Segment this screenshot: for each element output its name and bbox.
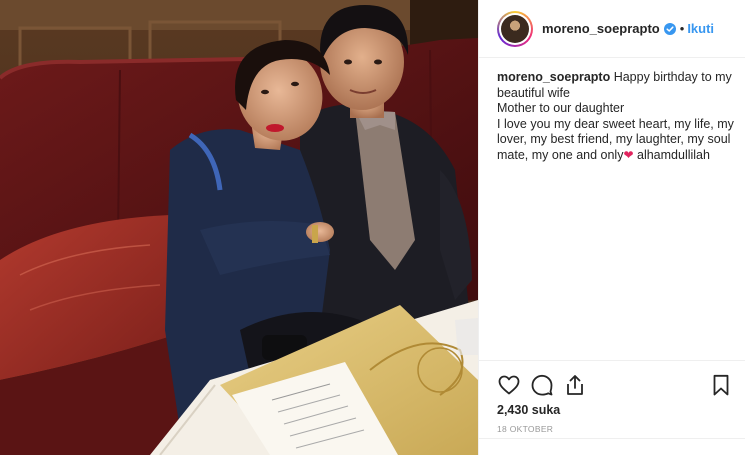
post-side-panel: moreno_soeprapto • Ikuti moreno_soeprapt… <box>478 0 745 455</box>
caption-line-1: moreno_soeprapto Happy birthday to my be… <box>497 70 739 101</box>
heart-outline-icon[interactable] <box>497 373 521 397</box>
avatar[interactable] <box>497 10 533 47</box>
post-caption: moreno_soeprapto Happy birthday to my be… <box>497 70 739 163</box>
caption-text-3-end: alhamdullilah <box>633 147 710 162</box>
red-heart-icon: ❤ <box>623 147 634 162</box>
follow-button[interactable]: Ikuti <box>687 21 714 36</box>
post-date[interactable]: 18 OKTOBER <box>497 424 553 434</box>
caption-username[interactable]: moreno_soeprapto <box>497 70 610 84</box>
bookmark-icon[interactable] <box>709 373 733 397</box>
avatar-image <box>501 14 529 43</box>
share-icon[interactable] <box>563 373 587 397</box>
caption-line-3: I love you my dear sweet heart, my life,… <box>497 117 739 164</box>
actions-divider <box>479 360 745 361</box>
verified-badge-icon <box>663 22 676 35</box>
post-photo[interactable] <box>0 0 478 455</box>
comment-icon[interactable] <box>530 373 554 397</box>
post-header: moreno_soeprapto • Ikuti <box>479 0 745 58</box>
post-actions <box>497 373 733 397</box>
avatar-ring <box>499 12 531 45</box>
header-separator: • <box>679 21 685 36</box>
like-count[interactable]: 2,430 suka <box>497 403 560 417</box>
bottom-divider <box>479 438 745 439</box>
instagram-post: moreno_soeprapto • Ikuti moreno_soeprapt… <box>0 0 745 455</box>
photo-illustration <box>0 0 478 455</box>
caption-line-2: Mother to our daughter <box>497 101 625 115</box>
header-username[interactable]: moreno_soeprapto <box>542 21 660 36</box>
